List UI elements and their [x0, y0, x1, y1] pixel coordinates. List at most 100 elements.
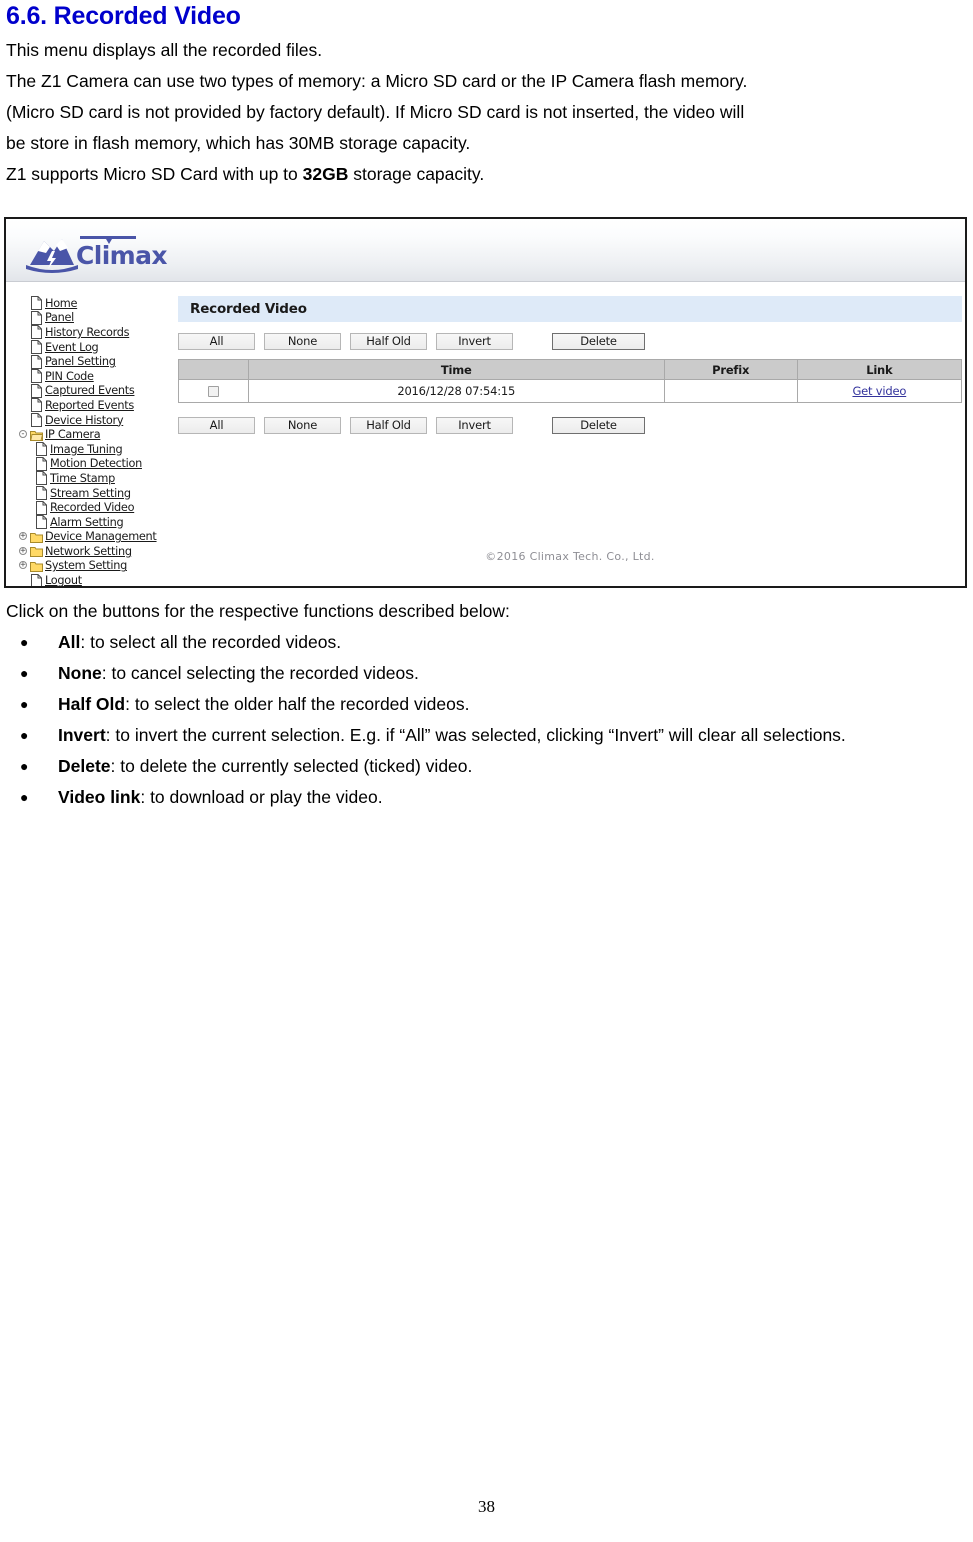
sidebar-item-reported-events[interactable]: Reported Events — [18, 398, 164, 413]
sidebar-item-image-tuning[interactable]: Image Tuning — [18, 442, 164, 457]
tree-expand-toggle-icon[interactable]: + — [18, 531, 29, 542]
bullet-term: Video link — [58, 787, 141, 807]
folder-icon — [30, 559, 43, 573]
capacity-line: Z1 supports Micro SD Card with up to 32G… — [6, 159, 968, 190]
sidebar-item-label: Stream Setting — [50, 486, 131, 500]
tree-toggle-placeholder — [18, 400, 29, 411]
list-item: ● Delete: to delete the currently select… — [6, 751, 968, 782]
none-button[interactable]: None — [264, 333, 341, 350]
sidebar-item-time-stamp[interactable]: Time Stamp — [18, 471, 164, 486]
logo-underline-decor — [80, 233, 136, 251]
sidebar-item-ip-camera[interactable]: - IP Camera — [18, 427, 164, 442]
page-icon — [30, 573, 43, 586]
page-icon — [35, 515, 48, 530]
page-icon — [35, 456, 48, 471]
table-row: 2016/12/28 07:54:15 Get video — [178, 379, 963, 403]
tree-collapse-toggle-icon[interactable]: - — [18, 429, 29, 440]
column-header-time: Time — [247, 359, 665, 380]
main-panel: Recorded Video All None Half Old Invert … — [164, 282, 965, 586]
page-icon — [30, 383, 43, 398]
delete-button-bottom[interactable]: Delete — [552, 417, 645, 434]
half-old-button[interactable]: Half Old — [350, 333, 427, 350]
sidebar-item-label: PIN Code — [45, 369, 94, 383]
sidebar-item-captured-events[interactable]: Captured Events — [18, 383, 164, 399]
column-header-prefix: Prefix — [663, 359, 798, 380]
sidebar-item-alarm-setting[interactable]: Alarm Setting — [18, 515, 164, 530]
folder-icon — [30, 530, 43, 544]
row-time-cell: 2016/12/28 07:54:15 — [247, 379, 665, 403]
page-icon — [30, 413, 43, 428]
row-prefix-cell — [663, 379, 798, 403]
tree-toggle-placeholder — [18, 298, 29, 309]
sidebar-item-event-log[interactable]: Event Log — [18, 340, 164, 355]
app-banner: Climax — [6, 219, 965, 282]
page-icon — [30, 398, 43, 413]
function-bullet-list: ● All: to select all the recorded videos… — [6, 627, 968, 813]
sidebar-item-device-history[interactable]: Device History — [18, 413, 164, 428]
tree-toggle-placeholder — [18, 385, 29, 396]
sidebar-item-logout[interactable]: Logout — [18, 573, 164, 586]
bullet-rest: : to select the older half the recorded … — [125, 694, 470, 714]
all-button[interactable]: All — [178, 333, 255, 350]
page-icon — [35, 500, 48, 515]
tree-toggle-placeholder — [18, 371, 29, 382]
bullet-dot-icon: ● — [20, 696, 29, 712]
page-icon — [35, 442, 48, 457]
all-button-bottom[interactable]: All — [178, 417, 255, 434]
tree-toggle-placeholder — [18, 356, 29, 367]
bullet-rest: : to invert the current selection. E.g. … — [105, 725, 846, 745]
paragraph-3: (Micro SD card is not provided by factor… — [6, 102, 745, 122]
bullet-dot-icon: ● — [20, 727, 29, 743]
get-video-link[interactable]: Get video — [852, 384, 906, 398]
document-text-block: 6.6. Recorded Video This menu displays a… — [6, 0, 968, 190]
half-old-button-bottom[interactable]: Half Old — [350, 417, 427, 434]
list-item: ● All: to select all the recorded videos… — [6, 627, 968, 658]
page-icon — [35, 486, 48, 501]
folder-icon — [30, 544, 43, 558]
invert-button-bottom[interactable]: Invert — [436, 417, 513, 434]
brand-logo: Climax — [24, 227, 168, 273]
sidebar-item-system-setting[interactable]: + System Setting — [18, 559, 164, 574]
sidebar-item-panel-setting[interactable]: Panel Setting — [18, 354, 164, 369]
sidebar-nav-tree: Home Panel History Records Event Log Pan… — [6, 282, 164, 586]
bullet-rest: : to delete the currently selected (tick… — [110, 756, 473, 776]
sidebar-item-label: Network Setting — [45, 544, 132, 558]
sidebar-item-history-records[interactable]: History Records — [18, 325, 164, 340]
paragraph-2: The Z1 Camera can use two types of memor… — [6, 71, 748, 91]
page-icon — [30, 354, 43, 369]
sidebar-item-label: Alarm Setting — [50, 515, 124, 529]
sidebar-item-home[interactable]: Home — [18, 296, 164, 311]
bullet-description-block: Click on the buttons for the respective … — [6, 596, 968, 813]
tree-toggle-sign: + — [20, 545, 26, 556]
sidebar-item-pin-code[interactable]: PIN Code — [18, 369, 164, 384]
sidebar-item-label: Panel — [45, 311, 74, 325]
row-select-cell[interactable] — [178, 379, 249, 403]
none-button-bottom[interactable]: None — [264, 417, 341, 434]
sidebar-item-panel[interactable]: Panel — [18, 310, 164, 326]
invert-button[interactable]: Invert — [436, 333, 513, 350]
panel-title: Recorded Video — [178, 296, 962, 322]
sidebar-item-stream-setting[interactable]: Stream Setting — [18, 486, 164, 501]
sidebar-item-label: Device Management — [45, 530, 157, 544]
sidebar-item-label: System Setting — [45, 559, 127, 573]
embedded-screenshot: Climax Home Panel History Records Event … — [4, 217, 967, 588]
bullet-term: Half Old — [58, 694, 126, 714]
list-item: ● None: to cancel selecting the recorded… — [6, 658, 968, 689]
copyright-notice: ©2016 Climax Tech. Co., Ltd. — [485, 550, 655, 563]
sidebar-item-label: Panel Setting — [45, 355, 116, 369]
tree-expand-toggle-icon[interactable]: + — [18, 560, 29, 571]
sidebar-item-network-setting[interactable]: + Network Setting — [18, 544, 164, 559]
row-link-cell[interactable]: Get video — [796, 379, 963, 403]
sidebar-item-motion-detection[interactable]: Motion Detection — [18, 456, 164, 472]
tree-expand-toggle-icon[interactable]: + — [18, 546, 29, 557]
row-checkbox[interactable] — [207, 386, 219, 397]
sidebar-item-recorded-video[interactable]: Recorded Video — [18, 500, 164, 515]
sidebar-item-device-management[interactable]: + Device Management — [18, 530, 164, 545]
list-item: ● Half Old: to select the older half the… — [6, 689, 968, 720]
tree-toggle-placeholder — [18, 312, 29, 323]
page-icon — [35, 471, 48, 486]
delete-button[interactable]: Delete — [552, 333, 645, 350]
capacity-suffix: storage capacity. — [348, 164, 485, 184]
sidebar-item-label: IP Camera — [45, 428, 101, 442]
bullet-rest: : to cancel selecting the recorded video… — [101, 663, 419, 683]
